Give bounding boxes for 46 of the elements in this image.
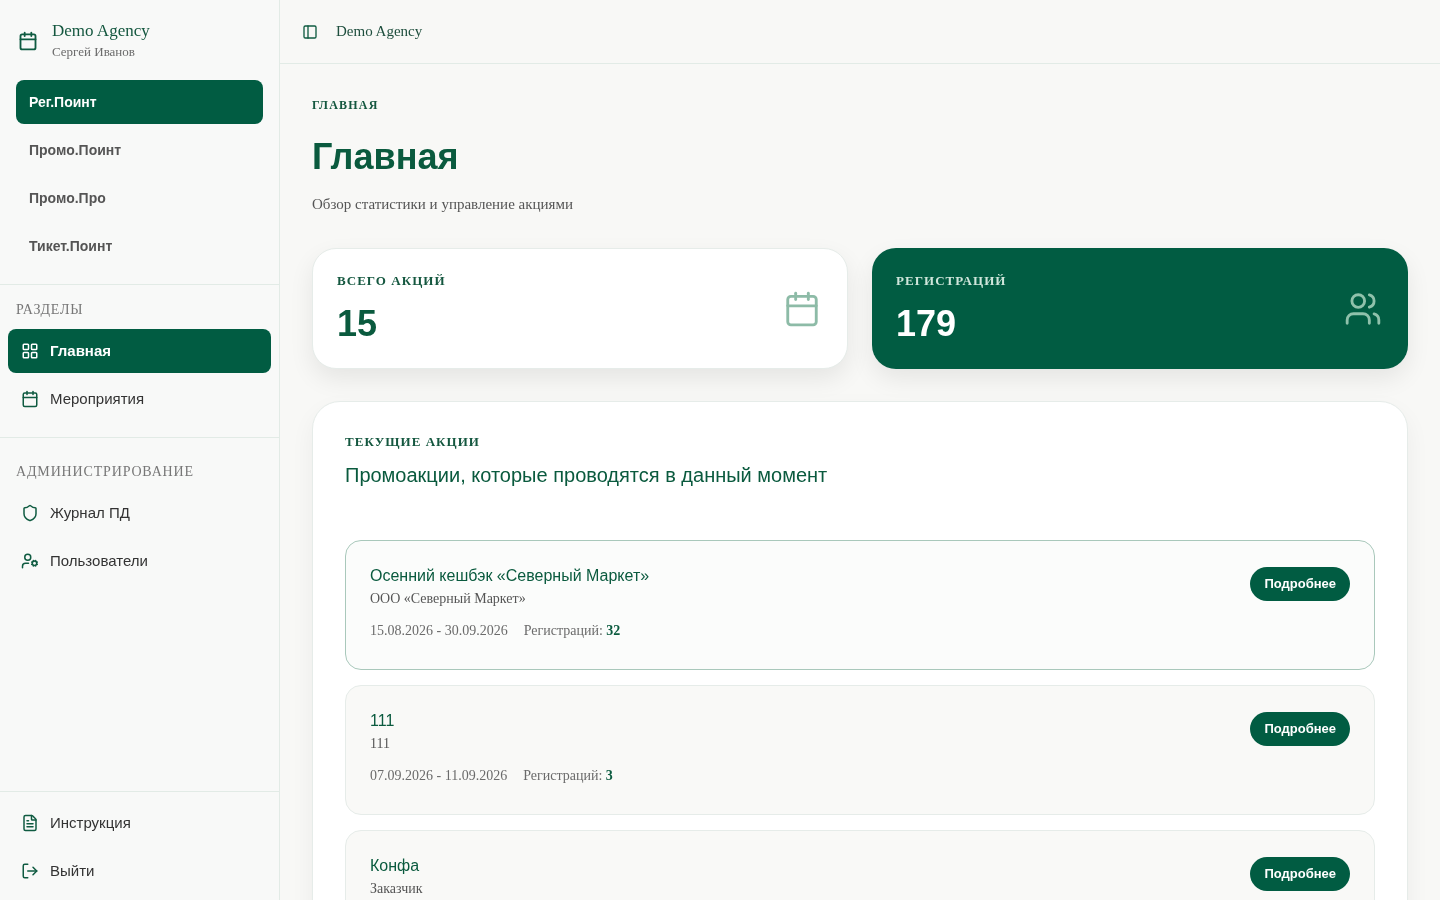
header-title: Demo Agency (336, 22, 423, 42)
details-button[interactable]: Подробнее (1250, 567, 1350, 601)
product-item[interactable]: Промо.Поинт (16, 128, 263, 172)
nav-item[interactable]: Главная (8, 329, 271, 373)
brand-title: Demo Agency (52, 20, 150, 42)
stat-label: РЕГИСТРАЦИЙ (896, 273, 1007, 289)
product-item[interactable]: Рег.Поинт (16, 80, 263, 124)
section-heading: РАЗДЕЛЫ (15, 302, 85, 318)
calendar-icon (21, 390, 39, 408)
stat-value: 179 (896, 304, 958, 344)
promo-client: Заказчик (370, 881, 423, 897)
calendar-icon (783, 289, 821, 328)
calendar-icon (18, 31, 38, 51)
details-button[interactable]: Подробнее (1250, 712, 1350, 746)
nav-item[interactable]: Мероприятия (8, 377, 271, 421)
sidebar-toggle-icon[interactable] (302, 23, 318, 40)
nav-item[interactable]: Инструкция (8, 801, 271, 845)
promo-registrations: Регистраций: 32 (523, 622, 621, 640)
user-name: Сергей Иванов (52, 43, 136, 61)
product-item[interactable]: Тикет.Поинт (16, 224, 263, 268)
page-subtitle: Обзор статистики и управление акциями (312, 195, 574, 214)
page-eyebrow: ГЛАВНАЯ (312, 97, 380, 113)
details-button[interactable]: Подробнее (1250, 857, 1350, 891)
section-eyebrow: ТЕКУЩИЕ АКЦИИ (345, 434, 482, 450)
shield-icon (21, 504, 39, 522)
section-title: Промоакции, которые проводятся в данный момент (345, 463, 829, 488)
promo-dates: 15.08.2026 - 30.09.2026 (370, 622, 508, 640)
page-title: Главная (312, 137, 460, 177)
stat-value: 15 (337, 304, 379, 344)
user-gear-icon (21, 552, 39, 570)
section-heading: АДМИНИСТРИРОВАНИЕ (15, 464, 195, 480)
document-icon (21, 814, 39, 832)
promo-dates: 07.09.2026 - 11.09.2026 (370, 767, 508, 785)
promo-client: 111 (370, 736, 391, 752)
nav-item[interactable]: Выйти (8, 849, 271, 893)
promo-client: ООО «Северный Маркет» (370, 591, 527, 607)
stat-label: ВСЕГО АКЦИЙ (337, 273, 446, 289)
product-item[interactable]: Промо.Про (16, 176, 263, 220)
promo-title: Конфа (370, 856, 421, 876)
grid-icon (21, 342, 39, 360)
promo-title: 111 (370, 711, 396, 731)
nav-item[interactable]: Пользователи (8, 539, 271, 583)
nav-item[interactable]: Журнал ПД (8, 491, 271, 535)
logout-icon (21, 862, 39, 880)
promo-registrations: Регистраций: 3 (523, 767, 613, 785)
promo-title: Осенний кешбэк «Северный Маркет» (370, 566, 650, 586)
